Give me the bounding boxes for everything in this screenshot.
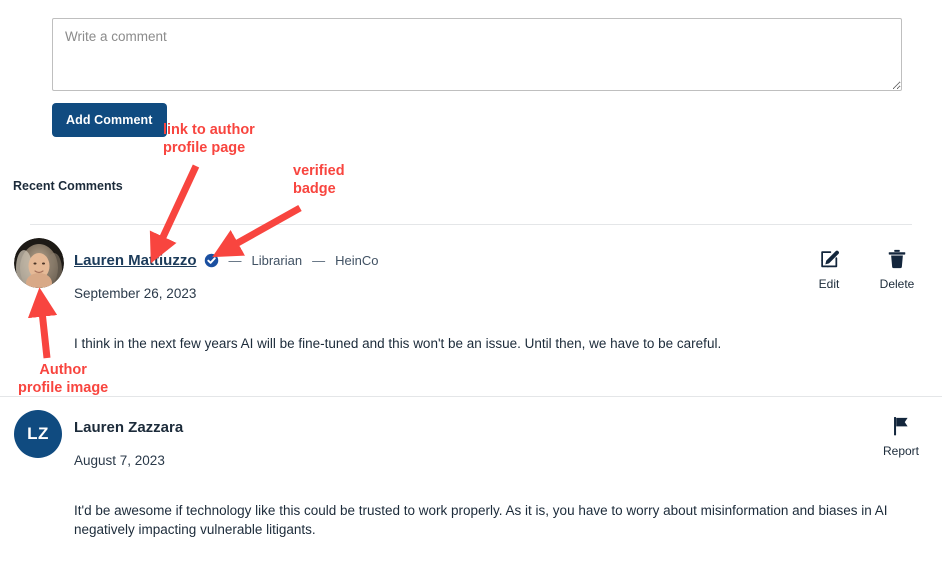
meta-separator-1: — [228,253,242,268]
annotation-link-to-author-profile: link to author profile page [163,122,255,156]
verified-badge-icon [204,253,219,268]
comment-actions: Report [880,415,922,458]
comment-meta: Lauren Mattiuzzo — Librarian — HeinCo [74,252,378,269]
author-name-link[interactable]: Lauren Mattiuzzo [74,252,197,269]
comment-date: September 26, 2023 [74,286,197,301]
comment-divider [0,396,942,397]
comment-body: It'd be awesome if technology like this … [74,503,888,537]
avatar[interactable]: LZ [14,410,62,458]
author-name: Lauren Zazzara [74,419,184,436]
edit-button[interactable]: Edit [808,248,850,291]
report-label: Report [882,444,920,458]
comment-body: I think in the next few years AI will be… [74,336,722,351]
comment-date: August 7, 2023 [74,453,165,468]
add-comment-button[interactable]: Add Comment [52,103,167,137]
delete-button[interactable]: Delete [876,248,918,291]
meta-separator-2: — [312,253,326,268]
edit-pencil-icon [818,248,840,275]
comment-input[interactable] [52,18,902,91]
author-profile-image[interactable] [14,238,64,288]
trash-icon [886,248,908,275]
annotation-author-profile-image: Author profile image [18,362,109,396]
section-divider-top [30,224,912,225]
edit-label: Edit [818,277,840,291]
comment-composer [52,18,902,91]
report-button[interactable]: Report [880,415,922,458]
comment-meta: Lauren Zazzara [74,419,183,436]
annotation-verified-badge: verified badge [293,163,345,197]
author-organization: HeinCo [335,253,379,268]
author-role: Librarian [251,253,303,268]
flag-icon [890,415,912,442]
comment-actions: Edit Delete [808,248,918,291]
recent-comments-heading: Recent Comments [13,179,123,193]
delete-label: Delete [879,277,915,291]
